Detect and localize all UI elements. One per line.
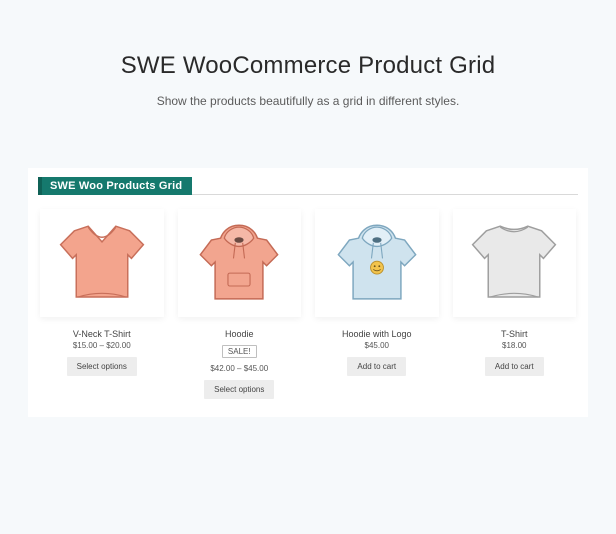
hoodie-icon	[193, 220, 285, 306]
product-thumb[interactable]	[178, 209, 302, 317]
product-price: $15.00 – $20.00	[40, 341, 164, 350]
hero: SWE WooCommerce Product Grid Show the pr…	[0, 0, 616, 118]
product-name: Hoodie with Logo	[315, 329, 439, 339]
sale-badge: SALE!	[222, 345, 257, 358]
product-name: Hoodie	[178, 329, 302, 339]
product-thumb[interactable]	[453, 209, 577, 317]
product-card: Hoodie with Logo $45.00 Add to cart	[315, 209, 439, 399]
product-price: $18.00	[453, 341, 577, 350]
tshirt-icon	[56, 220, 148, 306]
product-thumb[interactable]	[315, 209, 439, 317]
product-price: $42.00 – $45.00	[178, 364, 302, 373]
page-subtitle: Show the products beautifully as a grid …	[20, 94, 596, 108]
page-title: SWE WooCommerce Product Grid	[20, 52, 596, 80]
product-thumb[interactable]	[40, 209, 164, 317]
product-price: $45.00	[315, 341, 439, 350]
tshirt-icon	[468, 220, 560, 306]
add-to-cart-button[interactable]: Add to cart	[485, 357, 544, 376]
add-to-cart-button[interactable]: Add to cart	[347, 357, 406, 376]
widget-heading-wrap: SWE Woo Products Grid	[38, 176, 578, 195]
product-name: T-Shirt	[453, 329, 577, 339]
product-card: V-Neck T-Shirt $15.00 – $20.00 Select op…	[40, 209, 164, 399]
hoodie-logo-icon	[331, 220, 423, 306]
widget-panel: SWE Woo Products Grid V-Neck T-Shirt $15…	[28, 168, 588, 417]
widget-heading: SWE Woo Products Grid	[38, 177, 192, 195]
product-name: V-Neck T-Shirt	[40, 329, 164, 339]
product-card: Hoodie SALE! $42.00 – $45.00 Select opti…	[178, 209, 302, 399]
product-card: T-Shirt $18.00 Add to cart	[453, 209, 577, 399]
select-options-button[interactable]: Select options	[67, 357, 137, 376]
select-options-button[interactable]: Select options	[204, 380, 274, 399]
product-grid: V-Neck T-Shirt $15.00 – $20.00 Select op…	[38, 209, 578, 399]
